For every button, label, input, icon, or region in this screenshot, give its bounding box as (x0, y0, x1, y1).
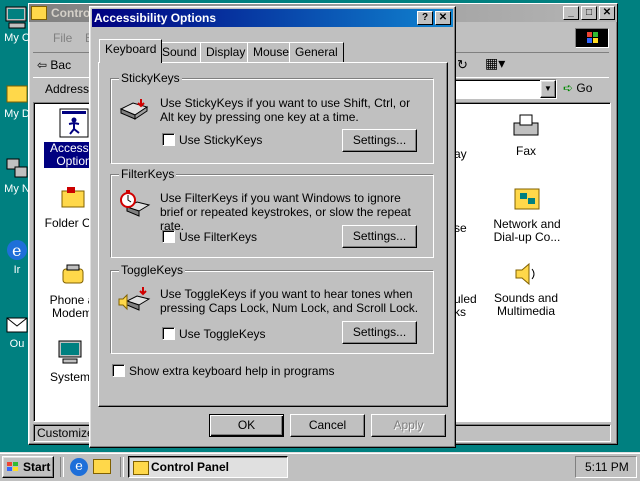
outlook-express-icon (6, 317, 28, 333)
control-panel-icon (133, 461, 149, 475)
cp-item-label: Fax (515, 144, 536, 158)
use-togglekeys-label[interactable]: Use ToggleKeys (179, 327, 266, 341)
filterkeys-icon (120, 190, 151, 217)
taskbar: Start e Control Panel 5:11 PM (0, 452, 640, 481)
tab-mouse[interactable]: Mouse (247, 42, 296, 62)
cp-item-fax[interactable]: Fax (496, 111, 556, 158)
use-togglekeys-checkbox[interactable] (162, 327, 175, 340)
address-label: Address (45, 82, 90, 96)
use-filterkeys-label[interactable]: Use FilterKeys (179, 230, 257, 244)
internet-explorer-icon[interactable]: e (70, 458, 88, 476)
cp-item-scheduled-partial[interactable]: uled ks (454, 293, 477, 319)
cp-item-sounds[interactable]: Sounds and Multimedia (486, 259, 566, 318)
cp-item-label: Network and Dial-up Co... (493, 217, 561, 244)
views-icon[interactable]: ▦▾ (485, 55, 505, 72)
show-extra-help-label[interactable]: Show extra keyboard help in programs (129, 364, 334, 378)
maximize-button[interactable]: □ (581, 6, 597, 20)
accessibility-icon (59, 108, 89, 138)
close-button[interactable]: ✕ (599, 6, 615, 20)
dialog-title: Accessibility Options (94, 11, 217, 25)
tab-sound[interactable]: Sound (156, 42, 203, 62)
history-icon[interactable]: ↻ (457, 57, 468, 73)
start-button[interactable]: Start (2, 456, 54, 478)
windows-flag-icon (587, 32, 598, 43)
cancel-button[interactable]: Cancel (290, 414, 365, 437)
start-label: Start (23, 460, 51, 474)
svg-text:e: e (12, 241, 21, 260)
outlook-express-icon[interactable] (93, 459, 111, 474)
use-stickykeys-label[interactable]: Use StickyKeys (179, 133, 262, 147)
tab-general[interactable]: General (289, 42, 344, 62)
stickykeys-group: StickyKeys Use StickyKeys if you want to… (110, 71, 434, 164)
cp-item-label: Sounds and Multimedia (493, 291, 559, 318)
close-button[interactable]: ✕ (435, 11, 451, 25)
system-tray: 5:11 PM (575, 456, 637, 478)
use-filterkeys-checkbox[interactable] (162, 230, 175, 243)
filterkeys-group: FilterKeys Use FilterKeys if you want Wi… (110, 167, 434, 258)
filterkeys-settings-button[interactable]: Settings... (342, 225, 417, 248)
dialog-titlebar[interactable]: Accessibility Options ? ✕ (92, 9, 453, 27)
group-title: FilterKeys (119, 167, 177, 181)
apply-button[interactable]: Apply (371, 414, 446, 437)
tab-keyboard[interactable]: Keyboard (99, 39, 163, 63)
togglekeys-group: ToggleKeys Use ToggleKeys if you want to… (110, 263, 434, 354)
togglekeys-description: Use ToggleKeys if you want to hear tones… (160, 287, 419, 315)
network-dialup-icon (514, 188, 540, 210)
system-icon (58, 340, 82, 364)
togglekeys-settings-button[interactable]: Settings... (342, 321, 417, 344)
stickykeys-settings-button[interactable]: Settings... (342, 129, 417, 152)
show-extra-help-checkbox[interactable] (112, 364, 125, 377)
group-title: StickyKeys (119, 71, 182, 85)
stickykeys-icon (119, 99, 149, 120)
back-arrow-icon: ⇦ (37, 58, 48, 72)
task-button-control-panel[interactable]: Control Panel (128, 456, 288, 478)
tab-page-keyboard: StickyKeys Use StickyKeys if you want to… (98, 62, 448, 407)
windows-logo-box (575, 28, 609, 48)
my-documents-icon (6, 85, 28, 103)
clock[interactable]: 5:11 PM (585, 460, 629, 474)
fax-icon (513, 114, 539, 136)
menu-file[interactable]: File (53, 31, 72, 45)
ok-button[interactable]: OK (209, 414, 284, 437)
internet-explorer-icon: e (7, 240, 27, 260)
address-dropdown-button[interactable]: ▼ (540, 80, 556, 98)
windows-flag-icon (7, 462, 18, 471)
task-label: Control Panel (151, 460, 230, 474)
use-stickykeys-checkbox[interactable] (162, 133, 175, 146)
network-neighborhood-icon (6, 158, 28, 178)
tab-display[interactable]: Display (200, 42, 252, 62)
tasks-separator (120, 457, 124, 477)
go-button[interactable]: ➪ Go (563, 81, 592, 95)
stickykeys-description: Use StickyKeys if you want to use Shift,… (160, 96, 411, 124)
phone-modem-icon (62, 264, 84, 284)
folder-icon (31, 6, 47, 20)
group-title: ToggleKeys (119, 263, 186, 277)
folder-options-icon (61, 187, 85, 208)
speaker-icon (515, 262, 535, 286)
help-button[interactable]: ? (417, 11, 433, 25)
accessibility-options-dialog: Accessibility Options ? ✕ Keyboard Sound… (89, 6, 456, 448)
cp-item-network[interactable]: Network and Dial-up Co... (482, 185, 572, 244)
quicklaunch-separator (60, 457, 64, 477)
minimize-button[interactable]: _ (563, 6, 579, 20)
go-arrow-icon: ➪ (563, 81, 574, 95)
my-computer-icon (5, 6, 27, 29)
togglekeys-icon (118, 287, 151, 311)
back-button[interactable]: ⇦ Bac (37, 58, 71, 72)
